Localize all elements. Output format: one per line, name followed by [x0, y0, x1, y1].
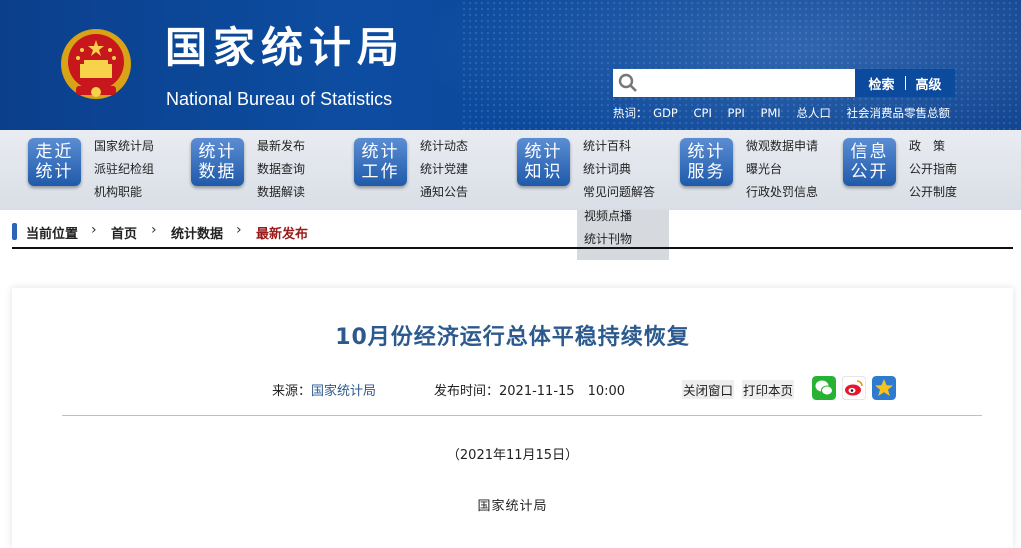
time-value: 2021-11-15 10:00: [499, 384, 626, 399]
print-page-button[interactable]: 打印本页: [742, 380, 795, 399]
nav-link[interactable]: 微观数据申请: [746, 138, 818, 161]
nav-link[interactable]: 机构职能: [94, 184, 154, 207]
breadcrumb-section[interactable]: 统计数据: [171, 223, 223, 242]
nav-link[interactable]: 统计动态: [420, 138, 468, 161]
hot-words: 热词： GDP CPI PPI PMI 总人口 社会消费品零售总额: [613, 105, 962, 121]
nav-link[interactable]: 最新发布: [257, 138, 305, 161]
nav-link[interactable]: 公开制度: [909, 184, 957, 207]
nav-block-line: 统计: [687, 142, 726, 162]
close-window-button[interactable]: 关闭窗口: [682, 380, 735, 399]
site-subtitle: National Bureau of Statistics: [166, 89, 393, 109]
nav-block-data[interactable]: 统计 数据: [191, 138, 244, 186]
nav-block-line: 信息: [850, 142, 889, 162]
article-panel: 10月份经济运行总体平稳持续恢复 来源：国家统计局 发布时间：2021-11-1…: [12, 288, 1013, 548]
nav-link[interactable]: 曝光台: [746, 161, 818, 184]
breadcrumb-label: 当前位置: [26, 227, 79, 242]
chevron-right-icon: ›: [91, 222, 97, 238]
nav-link[interactable]: 公开指南: [909, 161, 957, 184]
article-divider: [62, 415, 982, 416]
nav-block-knowledge[interactable]: 统计 知识: [517, 138, 570, 186]
nav-links: 统计百科 统计词典 常见问题解答: [583, 138, 655, 207]
source-label: 来源：: [272, 384, 312, 399]
nav-block-service[interactable]: 统计 服务: [680, 138, 733, 186]
nav-link[interactable]: 派驻纪检组: [94, 161, 154, 184]
nav-link[interactable]: 数据查询: [257, 161, 305, 184]
hot-word-link[interactable]: PPI: [728, 106, 745, 120]
nav-block-line: 工作: [361, 162, 400, 182]
search-button[interactable]: 检索: [868, 74, 894, 93]
site-title: 国家统计局: [165, 23, 406, 72]
nav-block-line: 统计: [524, 142, 563, 162]
breadcrumb: 当前位置 › 首页 › 统计数据 › 最新发布: [12, 219, 1013, 249]
main-nav: 走近 统计 国家统计局 派驻纪检组 机构职能 统计 数据 最新发布 数据查询 数…: [0, 130, 1021, 210]
nav-block-line: 统计: [198, 142, 237, 162]
nav-links: 国家统计局 派驻纪检组 机构职能: [94, 138, 154, 207]
nav-block-line: 统计: [361, 142, 400, 162]
breadcrumb-marker: [12, 223, 17, 240]
hot-words-label: 热词：: [613, 106, 648, 120]
nav-links: 最新发布 数据查询 数据解读: [257, 138, 305, 207]
hot-word-link[interactable]: 社会消费品零售总额: [847, 106, 951, 120]
favorite-star-icon[interactable]: [872, 376, 896, 400]
nav-link[interactable]: 数据解读: [257, 184, 305, 207]
nav-links: 政 策 公开指南 公开制度: [909, 138, 957, 207]
nav-block-disclosure[interactable]: 信息 公开: [843, 138, 896, 186]
nav-block-line: 知识: [524, 162, 563, 182]
nav-link[interactable]: 行政处罚信息: [746, 184, 818, 207]
article-time: 发布时间：2021-11-15 10:00: [434, 380, 625, 399]
hot-word-link[interactable]: CPI: [694, 106, 712, 120]
advanced-search-button[interactable]: 高级: [916, 74, 942, 93]
nav-link[interactable]: 政 策: [909, 138, 957, 161]
nav-block-line: 统计: [35, 162, 74, 182]
nav-block-work[interactable]: 统计 工作: [354, 138, 407, 186]
article-source: 来源：国家统计局: [272, 380, 376, 399]
nav-link[interactable]: 统计词典: [583, 161, 655, 184]
nav-block-line: 数据: [198, 162, 237, 182]
weibo-icon[interactable]: [842, 376, 866, 400]
nav-link[interactable]: 常见问题解答: [583, 184, 655, 207]
article-title: 10月份经济运行总体平稳持续恢复: [335, 325, 690, 350]
hot-word-link[interactable]: GDP: [653, 106, 678, 120]
article-author-line: 国家统计局: [477, 499, 548, 514]
search-input[interactable]: [643, 71, 857, 95]
nav-links: 统计动态 统计党建 通知公告: [420, 138, 468, 207]
search-buttons: 检索 高级: [855, 69, 955, 97]
nav-link[interactable]: 通知公告: [420, 184, 468, 207]
breadcrumb-current: 最新发布: [256, 227, 309, 242]
hot-word-link[interactable]: 总人口: [796, 106, 831, 120]
nav-block-about[interactable]: 走近 统计: [28, 138, 81, 186]
wechat-icon[interactable]: [812, 376, 836, 400]
nav-link[interactable]: 国家统计局: [94, 138, 154, 161]
nav-block-line: 服务: [687, 162, 726, 182]
nav-block-line: 公开: [850, 162, 889, 182]
article-date-line: （2021年11月15日）: [446, 448, 579, 463]
breadcrumb-home[interactable]: 首页: [111, 223, 137, 242]
time-label: 发布时间：: [434, 384, 500, 399]
search-separator: [904, 76, 906, 90]
search-bar: 检索 高级: [613, 69, 955, 97]
national-emblem-icon[interactable]: [58, 26, 134, 106]
nav-link[interactable]: 统计党建: [420, 161, 468, 184]
nav-block-line: 走近: [35, 142, 74, 162]
chevron-right-icon: ›: [236, 222, 242, 238]
source-link[interactable]: 国家统计局: [311, 384, 376, 399]
hot-word-link[interactable]: PMI: [760, 106, 780, 120]
site-header: 国家统计局 National Bureau of Statistics 检索 高…: [0, 0, 1021, 130]
search-icon[interactable]: [618, 73, 638, 93]
nav-link[interactable]: 统计百科: [583, 138, 655, 161]
chevron-right-icon: ›: [151, 222, 157, 238]
nav-links: 微观数据申请 曝光台 行政处罚信息: [746, 138, 818, 207]
